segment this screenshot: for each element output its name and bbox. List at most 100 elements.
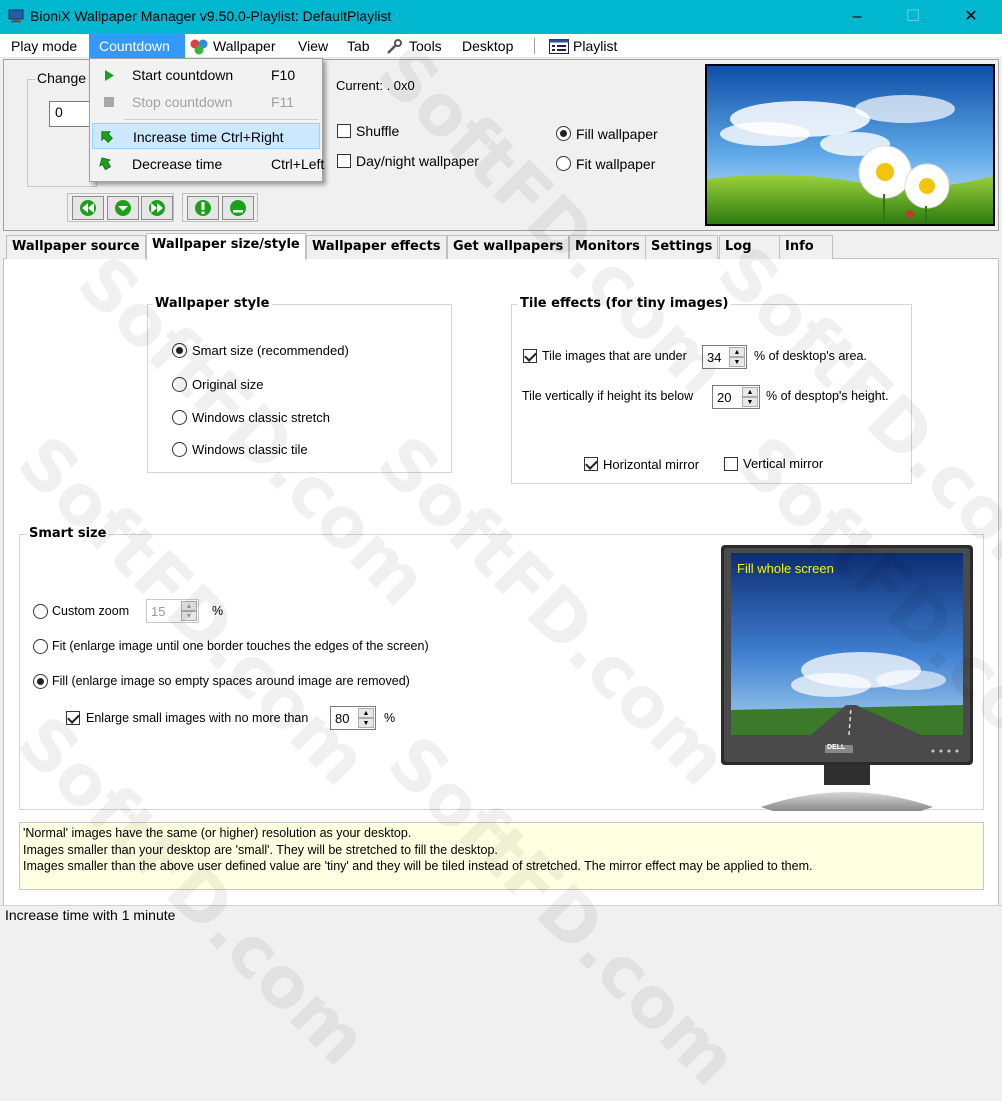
tab-wallpaper-size-style[interactable]: Wallpaper size/style bbox=[146, 233, 306, 260]
tile-vert-suffix: % of desptop's height. bbox=[766, 389, 889, 403]
menu-countdown[interactable]: Countdown bbox=[89, 34, 185, 58]
dropdown-separator bbox=[124, 119, 318, 120]
arrow-down-left-icon bbox=[99, 157, 112, 171]
enlarge-spinner[interactable]: 80 ▲ ▼ bbox=[330, 706, 376, 730]
wallpaper-icon bbox=[190, 39, 208, 55]
fill-wallpaper-label: Fill wallpaper bbox=[576, 126, 658, 142]
fill-radio[interactable] bbox=[33, 674, 48, 689]
tab-settings[interactable]: Settings bbox=[645, 235, 719, 259]
title-bar: BioniX Wallpaper Manager v9.50.0-Playlis… bbox=[0, 0, 1002, 34]
monitor-illustration bbox=[721, 545, 973, 811]
change-group bbox=[27, 79, 97, 187]
tile-under-label: Tile images that are under bbox=[542, 349, 687, 363]
spin-down-icon[interactable]: ▼ bbox=[181, 611, 197, 621]
tab-get-wallpapers[interactable]: Get wallpapers bbox=[447, 235, 570, 259]
status-bar: Increase time with 1 minute bbox=[0, 905, 1002, 925]
menu-view[interactable]: View bbox=[292, 34, 334, 58]
info-line: 'Normal' images have the same (or higher… bbox=[23, 826, 412, 840]
spin-up-icon[interactable]: ▲ bbox=[358, 708, 374, 718]
window-title: BioniX Wallpaper Manager v9.50.0-Playlis… bbox=[30, 8, 392, 24]
original-size-radio[interactable] bbox=[172, 377, 187, 392]
menu-playlist[interactable]: Playlist bbox=[567, 34, 623, 58]
daynight-checkbox[interactable] bbox=[337, 154, 351, 168]
tab-info[interactable]: Info bbox=[779, 235, 833, 259]
tab-log[interactable]: Log bbox=[719, 235, 780, 259]
spin-up-icon[interactable]: ▲ bbox=[729, 347, 745, 357]
monitor-brand: DELL bbox=[827, 744, 846, 751]
shuffle-checkbox[interactable] bbox=[337, 124, 351, 138]
info-box: 'Normal' images have the same (or higher… bbox=[19, 822, 984, 890]
classic-tile-radio[interactable] bbox=[172, 442, 187, 457]
fit-label: Fit (enlarge image until one border touc… bbox=[52, 639, 429, 653]
tile-vert-label: Tile vertically if height its below bbox=[522, 389, 694, 403]
countdown-dropdown: Start countdown F10 Stop countdown F11 I… bbox=[89, 58, 324, 182]
decrease-time-item[interactable]: Decrease time Ctrl+Left bbox=[92, 151, 324, 177]
info-line: Images smaller than your desktop are 'sm… bbox=[23, 842, 498, 857]
spin-down-icon[interactable]: ▼ bbox=[742, 397, 758, 407]
increase-time-item[interactable]: Increase time Ctrl+Right bbox=[92, 123, 320, 149]
start-countdown-item[interactable]: Start countdown F10 bbox=[92, 62, 320, 88]
previous-button[interactable] bbox=[72, 196, 104, 220]
close-button[interactable]: ✕ bbox=[948, 0, 994, 34]
menu-desktop[interactable]: Desktop bbox=[456, 34, 519, 58]
menu-tools[interactable]: Tools bbox=[403, 34, 448, 58]
stop-countdown-item[interactable]: Stop countdown F11 bbox=[92, 89, 320, 115]
wallpaper-preview bbox=[705, 64, 995, 226]
down-button[interactable] bbox=[107, 196, 139, 220]
fit-radio[interactable] bbox=[33, 639, 48, 654]
monitor-preview: Fill whole screen DELL bbox=[721, 545, 973, 811]
wrench-icon bbox=[387, 39, 402, 54]
exclamation-icon bbox=[195, 200, 211, 216]
custom-zoom-radio[interactable] bbox=[33, 604, 48, 619]
daisies-image bbox=[707, 66, 993, 224]
tile-effects-title: Tile effects (for tiny images) bbox=[517, 296, 732, 311]
daynight-label: Day/night wallpaper bbox=[356, 153, 479, 169]
fit-wallpaper-radio[interactable] bbox=[556, 156, 571, 171]
horizontal-mirror-checkbox[interactable] bbox=[584, 457, 598, 471]
app-monitor-icon bbox=[8, 9, 24, 23]
tray-icon bbox=[230, 200, 246, 216]
vertical-mirror-checkbox[interactable] bbox=[724, 457, 738, 471]
spin-down-icon[interactable]: ▼ bbox=[729, 357, 745, 367]
vertical-mirror-label: Vertical mirror bbox=[743, 456, 824, 471]
shuffle-label: Shuffle bbox=[356, 123, 400, 139]
tile-under-suffix: % of desktop's area. bbox=[754, 349, 867, 363]
custom-zoom-spinner[interactable]: 15 ▲ ▼ bbox=[146, 599, 199, 623]
classic-tile-label: Windows classic tile bbox=[192, 442, 308, 457]
fit-wallpaper-label: Fit wallpaper bbox=[576, 156, 656, 172]
menu-separator bbox=[534, 38, 535, 54]
tab-strip: Wallpaper source Wallpaper size/style Wa… bbox=[3, 233, 999, 260]
info-line: Images smaller than the above user defin… bbox=[23, 859, 813, 873]
menu-tab[interactable]: Tab bbox=[341, 34, 376, 58]
alert-button[interactable] bbox=[187, 196, 219, 220]
custom-zoom-value: 15 bbox=[151, 604, 166, 619]
tile-under-spinner[interactable]: 34 ▲ ▼ bbox=[702, 345, 747, 369]
original-size-label: Original size bbox=[192, 377, 264, 392]
enlarge-checkbox[interactable] bbox=[66, 711, 80, 725]
spin-up-icon[interactable]: ▲ bbox=[181, 601, 197, 611]
next-button[interactable] bbox=[141, 196, 173, 220]
double-right-icon bbox=[149, 200, 165, 216]
current-resolution: Current: . 0x0 bbox=[336, 78, 415, 93]
smart-size-title: Smart size bbox=[26, 526, 110, 541]
playlist-icon bbox=[549, 39, 569, 54]
tile-vert-value: 20 bbox=[717, 390, 732, 405]
menu-wallpaper[interactable]: Wallpaper bbox=[207, 34, 282, 58]
fill-wallpaper-radio[interactable] bbox=[556, 126, 571, 141]
tab-wallpaper-source[interactable]: Wallpaper source bbox=[6, 235, 146, 259]
tile-vert-spinner[interactable]: 20 ▲ ▼ bbox=[712, 385, 760, 409]
tab-wallpaper-effects[interactable]: Wallpaper effects bbox=[306, 235, 447, 259]
spin-up-icon[interactable]: ▲ bbox=[742, 387, 758, 397]
maximize-button[interactable]: ☐ bbox=[890, 0, 936, 34]
menu-bar: Play mode Countdown Wallpaper View Tab T… bbox=[0, 34, 1002, 58]
menu-play-mode[interactable]: Play mode bbox=[5, 34, 83, 58]
minimize-tray-button[interactable] bbox=[222, 196, 254, 220]
smart-size-radio[interactable] bbox=[172, 343, 187, 358]
arrow-up-right-icon bbox=[101, 131, 113, 143]
minimize-button[interactable]: – bbox=[834, 0, 880, 34]
tab-monitors[interactable]: Monitors bbox=[569, 235, 646, 259]
tile-under-checkbox[interactable] bbox=[523, 349, 537, 363]
monitor-caption: Fill whole screen bbox=[737, 561, 834, 576]
spin-down-icon[interactable]: ▼ bbox=[358, 718, 374, 728]
classic-stretch-radio[interactable] bbox=[172, 410, 187, 425]
